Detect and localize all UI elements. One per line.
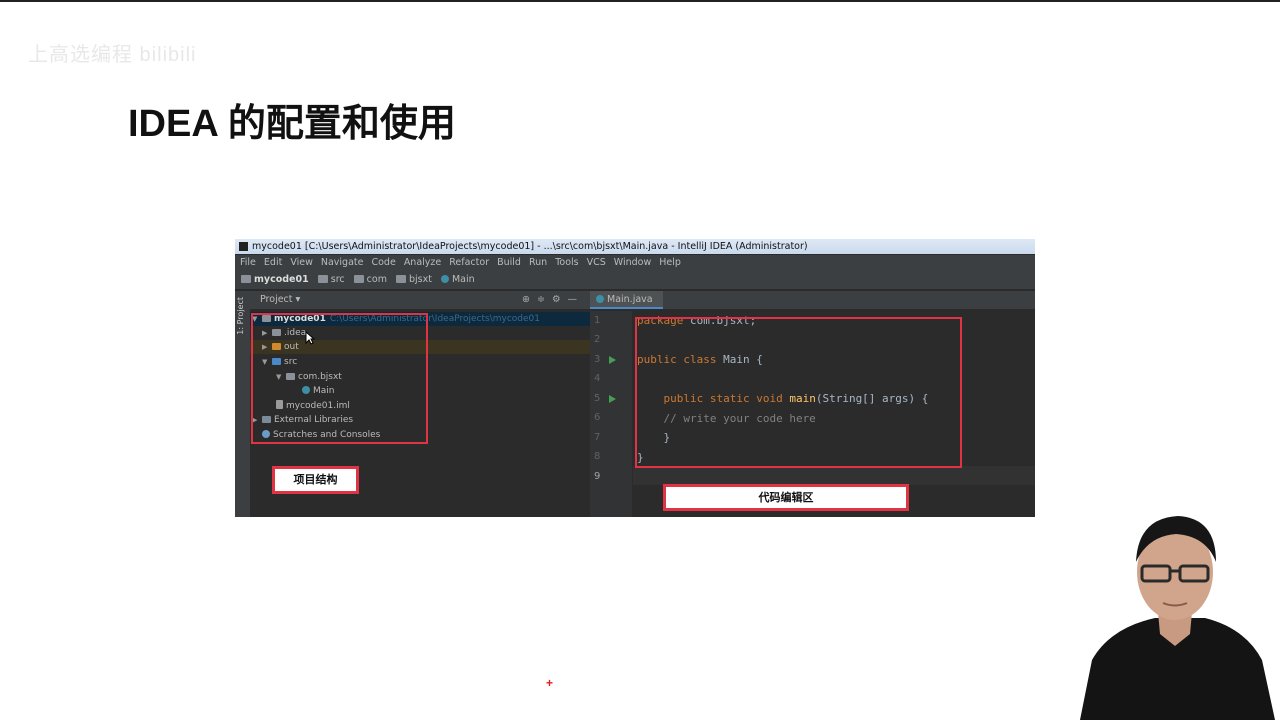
project-panel-tools: ⊕≑⚙— xyxy=(522,291,584,309)
folder-icon xyxy=(241,275,251,283)
breadcrumb-com[interactable]: com xyxy=(353,274,387,285)
tab-main-java[interactable]: Main.java xyxy=(590,291,663,309)
run-method-icon[interactable] xyxy=(609,395,616,403)
hide-icon[interactable]: — xyxy=(568,294,585,305)
callout-project-structure: 项目结构 xyxy=(272,466,359,494)
menu-tools[interactable]: Tools xyxy=(555,257,578,268)
project-panel-header: Project ▾ ⊕≑⚙— xyxy=(250,291,590,309)
menu-vcs[interactable]: VCS xyxy=(587,257,606,268)
menu-navigate[interactable]: Navigate xyxy=(321,257,364,268)
menu-build[interactable]: Build xyxy=(497,257,521,268)
intellij-logo-icon xyxy=(239,242,248,251)
folder-icon xyxy=(395,275,406,283)
editor-gutter: 1 2 3 4 5 6 7 8 9 xyxy=(590,311,632,517)
breadcrumb-project[interactable]: mycode01 xyxy=(241,274,309,285)
callout-code-editor: 代码编辑区 xyxy=(663,484,909,511)
menu-refactor[interactable]: Refactor xyxy=(449,257,489,268)
navigation-breadcrumb: mycode01 src com bjsxt Main xyxy=(235,271,1035,290)
tool-window-strip: 1: Project xyxy=(235,291,250,517)
line-number: 3 xyxy=(594,354,601,365)
menu-edit[interactable]: Edit xyxy=(264,257,282,268)
menu-analyze[interactable]: Analyze xyxy=(404,257,441,268)
collapse-icon[interactable]: ≑ xyxy=(537,294,552,305)
line-number: 2 xyxy=(594,334,601,345)
breadcrumb-src[interactable]: src xyxy=(317,274,345,285)
menu-code[interactable]: Code xyxy=(371,257,395,268)
project-view-selector[interactable]: Project ▾ xyxy=(260,294,300,305)
line-number: 6 xyxy=(594,412,601,423)
slide-title: IDEA 的配置和使用 xyxy=(128,103,456,145)
menu-run[interactable]: Run xyxy=(529,257,547,268)
ide-menubar: File Edit View Navigate Code Analyze Refactor B… xyxy=(235,255,1035,271)
menu-help[interactable]: Help xyxy=(659,257,681,268)
presenter-video xyxy=(1070,500,1280,720)
watermark: 上高选编程 bilibili xyxy=(28,44,197,66)
top-border xyxy=(0,0,1280,2)
ide-window-title: mycode01 [C:\Users\Administrator\IdeaPro… xyxy=(252,241,808,252)
locate-icon[interactable]: ⊕ xyxy=(522,294,537,305)
breadcrumb-main[interactable]: Main xyxy=(440,274,475,285)
menu-file[interactable]: File xyxy=(240,257,256,268)
menu-view[interactable]: View xyxy=(290,257,313,268)
run-class-icon[interactable] xyxy=(609,356,616,364)
project-tool-window-button[interactable]: 1: Project xyxy=(236,297,248,335)
pointer-crosshair-icon: + xyxy=(546,676,554,690)
line-number: 9 xyxy=(594,471,601,482)
menu-window[interactable]: Window xyxy=(614,257,651,268)
mouse-cursor-icon xyxy=(305,331,315,345)
gear-icon[interactable]: ⚙ xyxy=(552,294,568,305)
line-number: 5 xyxy=(594,393,601,404)
line-number: 4 xyxy=(594,373,601,384)
folder-icon xyxy=(353,275,364,283)
class-icon xyxy=(596,295,604,303)
breadcrumb-bjsxt[interactable]: bjsxt xyxy=(395,274,432,285)
code-editor-highlight xyxy=(635,317,962,468)
folder-icon xyxy=(317,275,328,283)
presenter-image xyxy=(1080,516,1275,720)
project-structure-highlight xyxy=(251,313,428,444)
line-number: 7 xyxy=(594,432,601,443)
line-number: 1 xyxy=(594,315,601,326)
ide-titlebar: mycode01 [C:\Users\Administrator\IdeaPro… xyxy=(235,239,1035,254)
editor-tabs: Main.java xyxy=(590,291,1035,309)
class-icon xyxy=(440,275,449,283)
ide-screenshot: mycode01 [C:\Users\Administrator\IdeaPro… xyxy=(235,239,1035,517)
caret-line xyxy=(633,466,1035,485)
line-number: 8 xyxy=(594,451,601,462)
